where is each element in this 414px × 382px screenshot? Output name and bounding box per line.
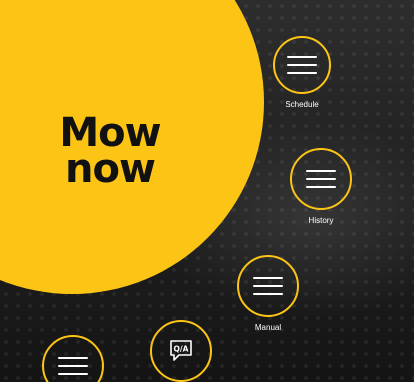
mow-now-label: Mow now xyxy=(50,113,170,192)
more-menu-button[interactable] xyxy=(33,335,113,382)
schedule-ring xyxy=(273,36,331,94)
history-button[interactable]: History xyxy=(281,148,361,225)
qa-icon-text: Q/A xyxy=(174,345,189,354)
menu-lines-icon xyxy=(287,50,317,80)
qa-button[interactable]: Q/A xyxy=(141,320,221,382)
mow-now-label-line2: now xyxy=(65,146,156,192)
more-menu-ring xyxy=(42,335,104,382)
manual-label: Manual xyxy=(254,323,282,332)
menu-lines-icon xyxy=(253,271,283,301)
menu-lines-icon xyxy=(306,164,336,194)
history-ring xyxy=(290,148,352,210)
schedule-label: Schedule xyxy=(285,100,319,109)
qa-ring: Q/A xyxy=(150,320,212,382)
manual-button[interactable]: Manual xyxy=(228,255,308,332)
manual-ring xyxy=(237,255,299,317)
chat-bubble-icon: Q/A xyxy=(168,338,194,364)
app-screen: Mow now Schedule History Manual Q/A xyxy=(0,0,414,382)
history-label: History xyxy=(308,216,334,225)
menu-lines-icon xyxy=(58,351,88,381)
schedule-button[interactable]: Schedule xyxy=(262,36,342,109)
